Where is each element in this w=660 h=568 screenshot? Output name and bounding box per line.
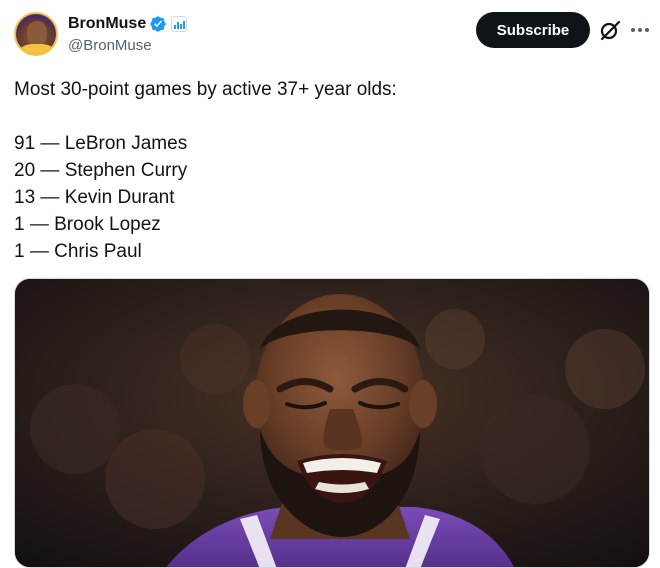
list-item: 20 — Stephen Curry <box>14 160 188 181</box>
avatar-face <box>27 21 47 45</box>
subscribe-button[interactable]: Subscribe <box>476 12 590 48</box>
tweet-media-image[interactable] <box>14 278 650 568</box>
list-item: 13 — Kevin Durant <box>14 187 175 208</box>
list-item: 1 — Brook Lopez <box>14 214 161 235</box>
tweet-intro: Most 30-point games by active 37+ year o… <box>14 79 397 100</box>
tweet-text: Most 30-point games by active 37+ year o… <box>14 76 644 265</box>
more-icon[interactable] <box>628 18 652 42</box>
author-handle[interactable]: @BronMuse <box>68 37 187 54</box>
list-item: 1 — Chris Paul <box>14 241 142 262</box>
author-info: BronMuse @BronMuse <box>68 14 188 54</box>
tweet-header: BronMuse @BronMuse Subscribe <box>0 0 660 70</box>
name-row: BronMuse <box>68 14 188 34</box>
avatar-jersey <box>20 44 54 54</box>
list-item: 91 — LeBron James <box>14 133 188 154</box>
grok-icon[interactable] <box>598 18 622 42</box>
verified-badge-icon <box>149 15 167 33</box>
player-photo <box>15 279 649 567</box>
avatar[interactable] <box>14 12 58 56</box>
affiliate-badge-icon[interactable] <box>171 16 188 32</box>
display-name[interactable]: BronMuse <box>68 15 146 33</box>
